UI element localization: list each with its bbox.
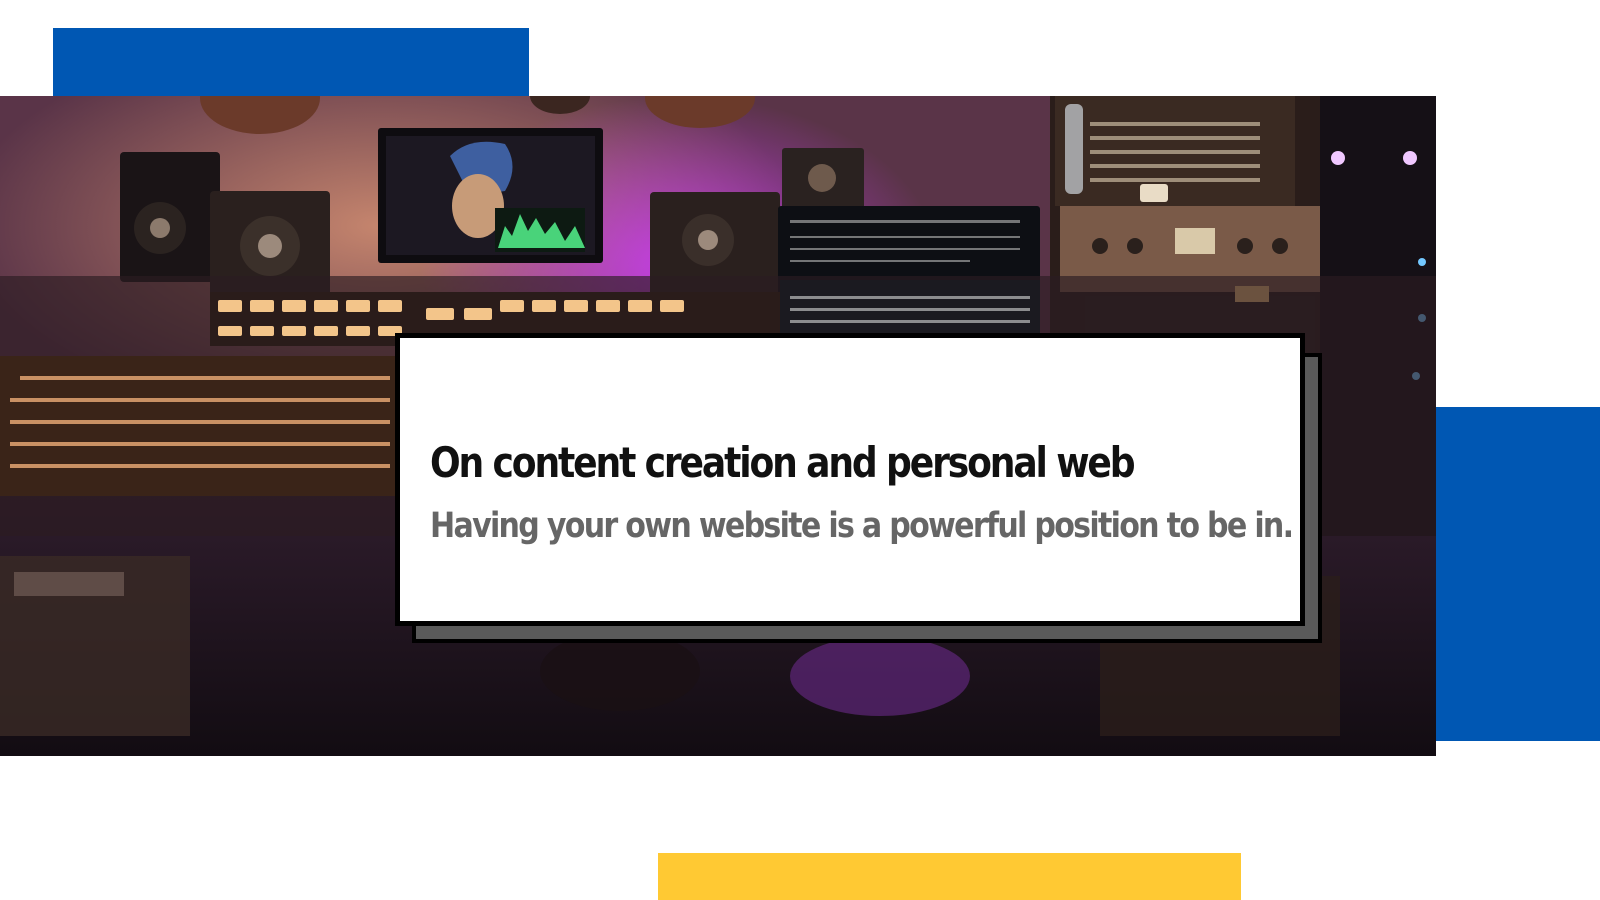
headline-card[interactable]: On content creation and personal web Hav… xyxy=(395,333,1305,626)
article-title[interactable]: On content creation and personal web xyxy=(430,438,1136,487)
article-subtitle: Having your own website is a powerful po… xyxy=(430,506,1294,546)
decorative-blue-bar-top xyxy=(53,28,529,96)
decorative-blue-block-right xyxy=(1436,407,1600,741)
decorative-yellow-bar-bottom xyxy=(658,853,1241,900)
page: On content creation and personal web Hav… xyxy=(0,0,1600,900)
